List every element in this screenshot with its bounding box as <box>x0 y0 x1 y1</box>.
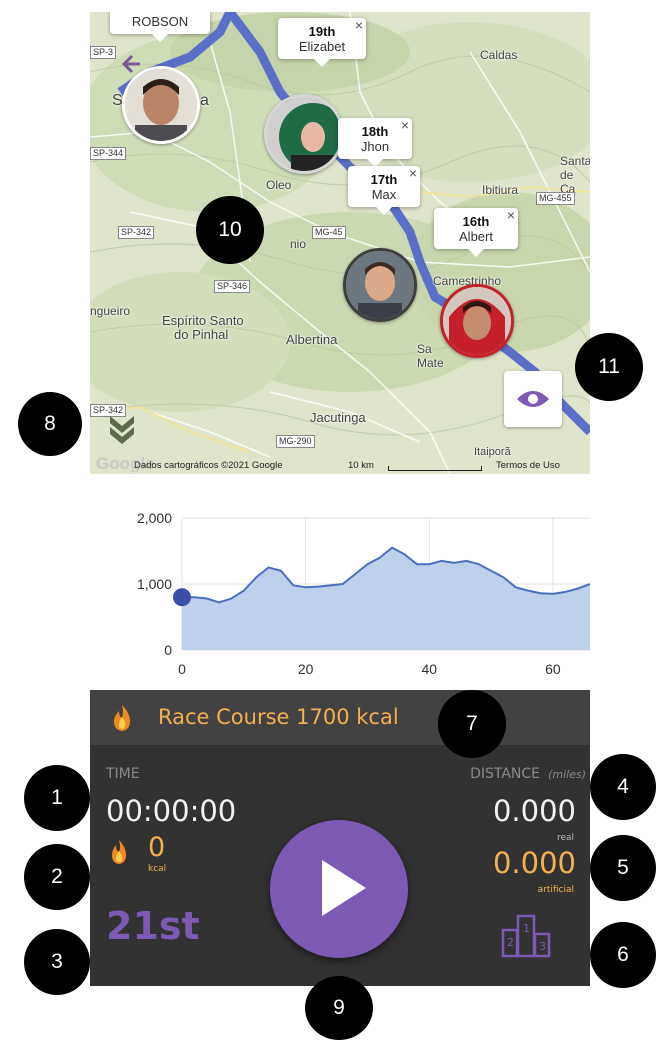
map-label-a: a <box>200 92 209 109</box>
map-label-do-pinhal: do Pinhal <box>174 327 229 342</box>
racer-bubble-16th[interactable]: × 16th Albert <box>434 207 518 257</box>
map-label-nio: nio <box>290 237 307 251</box>
eye-icon <box>517 391 549 407</box>
close-icon[interactable]: × <box>507 207 515 223</box>
racer-bubble-18th[interactable]: × 18th Jhon <box>338 117 412 167</box>
time-value: 00:00:00 <box>106 794 237 828</box>
artificial-distance-label: artificial <box>537 885 574 895</box>
map-label-caldas: Caldas <box>480 48 518 62</box>
racer-name: Albert <box>459 229 493 244</box>
avatar-17th[interactable] <box>343 248 417 322</box>
map-label-itaipora: Itaiporã <box>474 446 511 458</box>
close-icon[interactable]: × <box>355 17 363 33</box>
play-icon <box>322 860 366 916</box>
racer-name-robson: ROBSON <box>131 14 189 29</box>
racer-rank: 19th <box>308 24 336 39</box>
real-distance-label: real <box>556 833 574 843</box>
close-icon[interactable]: × <box>409 165 417 181</box>
close-icon[interactable]: × <box>401 117 409 133</box>
play-button[interactable] <box>270 820 408 958</box>
artificial-distance-value: 0.000 <box>492 846 576 880</box>
svg-text:2: 2 <box>507 936 514 949</box>
map-label-santa: Santa <box>560 154 590 168</box>
map-label-espirito-santo: Espírito Santo <box>162 313 244 328</box>
y-tick-label: 0 <box>164 642 172 658</box>
racer-name: Elizabet <box>298 39 346 54</box>
x-tick-label: 0 <box>178 661 186 677</box>
map-scale-bar <box>388 466 482 471</box>
map-label-oleo: Oleo <box>266 178 292 192</box>
race-map[interactable]: Caldas Sã a Santa de Ca Oleo Ibitiura ni… <box>90 12 590 474</box>
flame-icon <box>112 840 126 864</box>
road-shield: SP-342 <box>118 226 155 239</box>
road-shield: MG-290 <box>276 435 315 448</box>
road-shield: SP-344 <box>90 147 127 160</box>
flame-icon <box>114 705 130 731</box>
svg-text:3: 3 <box>539 940 546 953</box>
annotation-marker-6: 6 <box>590 922 656 988</box>
kcal-value: 0 <box>148 832 166 863</box>
race-panel: Race Course 1700 kcal TIME 00:00:00 0 kc… <box>90 690 590 986</box>
map-label-ngueiro: ngueiro <box>90 304 131 318</box>
annotation-marker-3: 3 <box>24 929 90 995</box>
map-label-sa2: Sa <box>417 342 432 356</box>
panel-header: Race Course 1700 kcal <box>90 690 590 745</box>
double-chevron-down-icon[interactable] <box>104 410 140 446</box>
road-shield: MG-45 <box>312 226 346 239</box>
map-data-credit: Dados cartográficos ©2021 Google <box>134 460 283 471</box>
y-tick-label: 1,000 <box>137 576 172 592</box>
avatar-19th[interactable] <box>264 94 344 174</box>
course-title: Race Course 1700 kcal <box>158 705 399 729</box>
avatar-robson[interactable] <box>122 66 200 144</box>
racer-rank: 18th <box>361 124 389 139</box>
map-attribution: Google Dados cartográficos ©2021 Google … <box>90 454 590 474</box>
racer-bubble-19th[interactable]: × 19th Elizabet <box>278 17 366 67</box>
racer-rank: 16th <box>462 214 490 229</box>
map-label-ibitiura: Ibitiura <box>482 183 519 197</box>
map-label-mate: Mate <box>417 356 444 370</box>
avatar-16th[interactable] <box>440 284 514 358</box>
annotation-marker-10: 10 <box>196 196 264 264</box>
elevation-area <box>182 547 590 650</box>
annotation-marker-4: 4 <box>590 754 656 820</box>
annotation-marker-1: 1 <box>24 765 90 831</box>
racer-rank: 17th <box>370 172 398 187</box>
racer-bubble-17th[interactable]: × 17th Max <box>348 165 420 215</box>
time-label: TIME <box>106 766 140 782</box>
svg-text:1: 1 <box>523 922 530 935</box>
distance-unit: (miles) <box>548 768 586 781</box>
map-label-albertina: Albertina <box>286 332 338 347</box>
annotation-marker-11: 11 <box>575 333 643 401</box>
elevation-chart: 0 1,000 2,000 0 20 40 60 <box>137 510 591 677</box>
racer-name: Jhon <box>360 139 390 154</box>
eye-button[interactable] <box>504 371 562 427</box>
annotation-marker-7: 7 <box>438 690 506 758</box>
road-shield: SP-3 <box>90 46 117 59</box>
racer-name: Max <box>371 187 397 202</box>
podium-icon[interactable]: 2 1 3 <box>500 912 554 958</box>
racer-bubble-robson[interactable]: ROBSON <box>110 12 210 42</box>
distance-label: DISTANCE <box>470 766 540 782</box>
terms-link[interactable]: Termos de Uso <box>496 460 560 471</box>
map-scale: 10 km <box>348 460 374 471</box>
y-tick-label: 2,000 <box>137 510 172 526</box>
x-tick-label: 20 <box>298 661 314 677</box>
current-rank: 21st <box>106 904 200 948</box>
map-label-jacutinga: Jacutinga <box>310 410 366 425</box>
road-shield: MG-455 <box>536 192 575 205</box>
road-shield: SP-346 <box>214 280 251 293</box>
kcal-unit: kcal <box>148 864 167 874</box>
x-tick-label: 60 <box>545 661 561 677</box>
real-distance-value: 0.000 <box>492 794 576 828</box>
annotation-marker-8: 8 <box>18 392 82 456</box>
annotation-marker-2: 2 <box>24 844 90 910</box>
current-position-marker <box>173 588 191 607</box>
annotation-marker-9: 9 <box>305 976 373 1040</box>
annotation-marker-5: 5 <box>590 835 656 901</box>
x-tick-label: 40 <box>421 661 437 677</box>
